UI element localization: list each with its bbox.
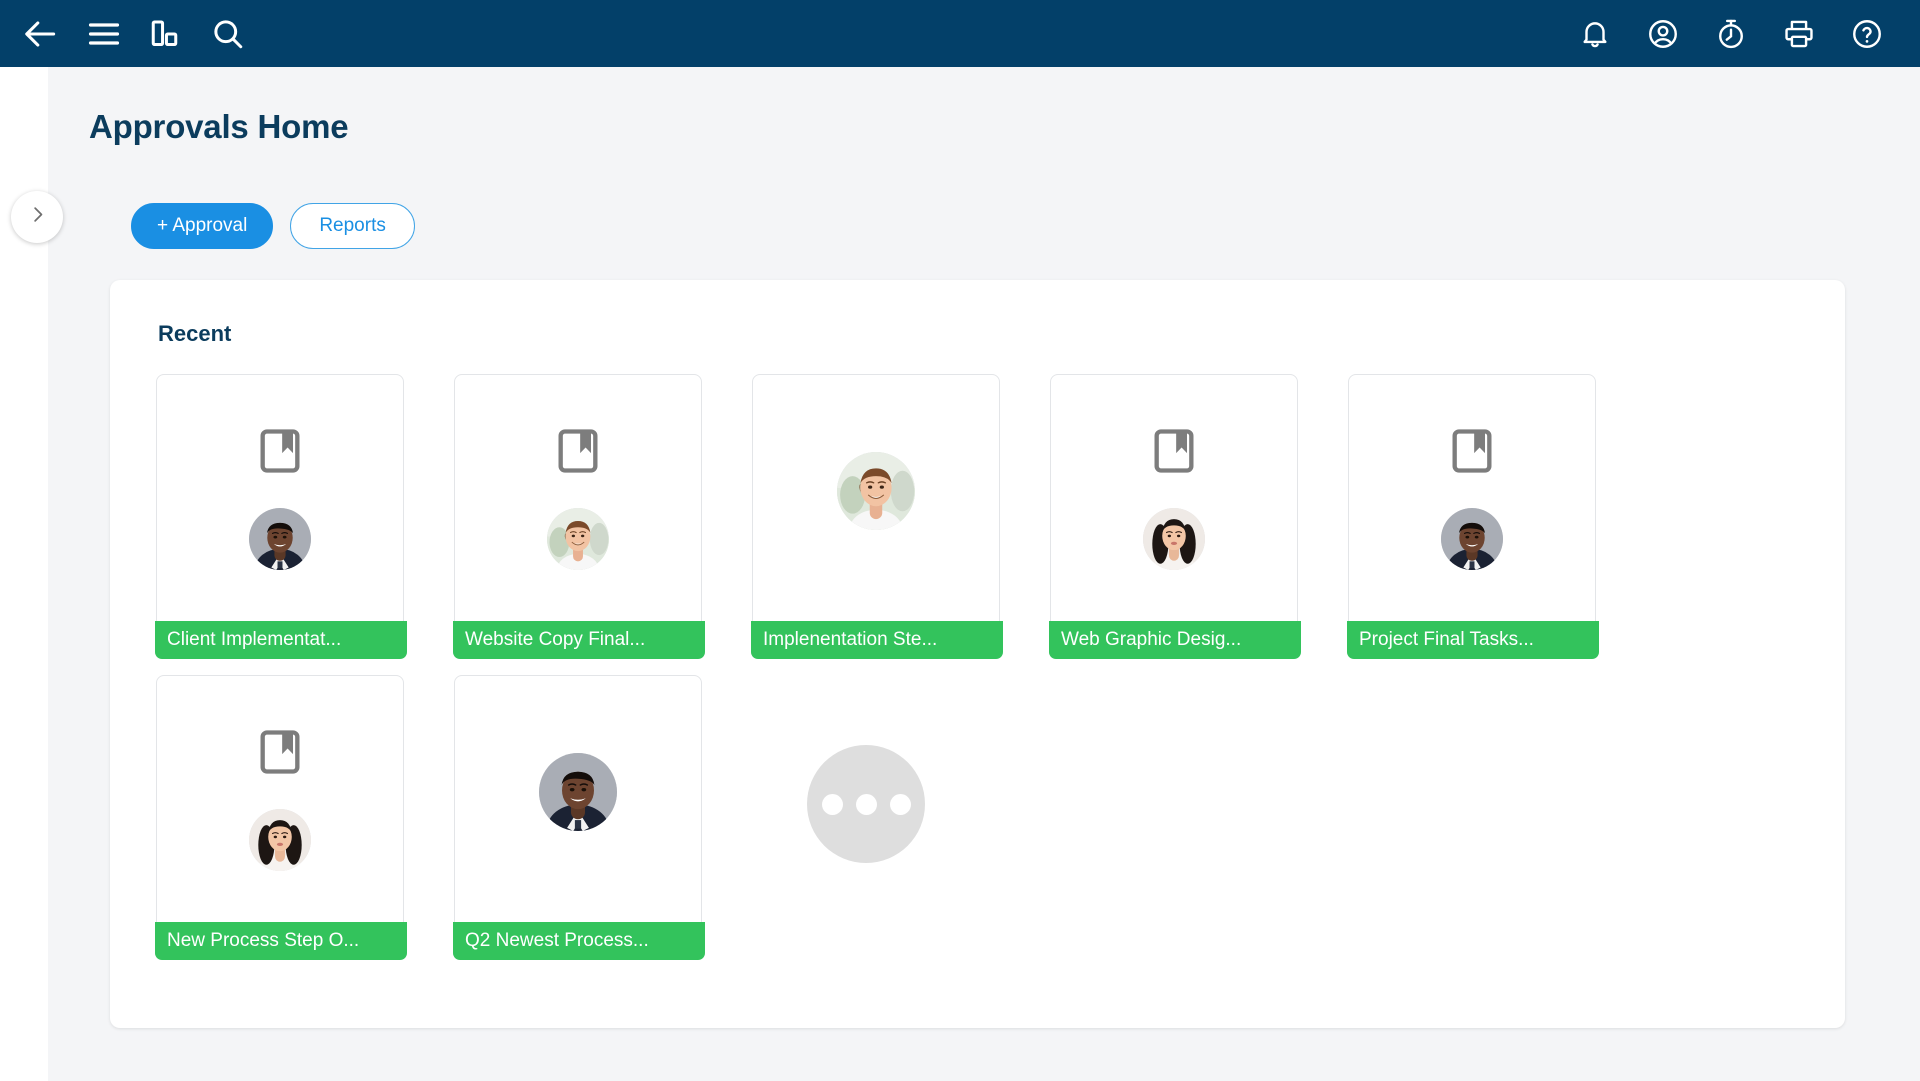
top-navigation-bar <box>0 0 1920 67</box>
card-status-label: Project Final Tasks... <box>1347 621 1599 659</box>
timer-icon[interactable] <box>1714 17 1748 51</box>
recent-card-slot: Implenentation Ste... <box>751 374 1050 659</box>
topbar-left-icons <box>22 15 246 53</box>
bookmark-icon <box>254 726 306 783</box>
reports-button[interactable]: Reports <box>290 203 415 249</box>
avatar <box>1441 508 1503 570</box>
card-status-label: Implenentation Ste... <box>751 621 1003 659</box>
card-status-label: Q2 Newest Process... <box>453 922 705 960</box>
sidebar-expand-toggle[interactable] <box>11 191 63 243</box>
bookmark-icon <box>552 425 604 482</box>
bookmark-icon <box>254 425 306 482</box>
recent-card[interactable]: Client Implementat... <box>155 374 407 659</box>
recent-card[interactable]: Website Copy Final... <box>453 374 705 659</box>
recent-card[interactable]: Q2 Newest Process... <box>453 675 705 960</box>
hamburger-menu-icon[interactable] <box>86 16 122 52</box>
recent-card[interactable]: Web Graphic Desig... <box>1049 374 1301 659</box>
card-status-label: Website Copy Final... <box>453 621 705 659</box>
bookmark-icon <box>1446 425 1498 482</box>
back-arrow-icon[interactable] <box>22 15 60 53</box>
recent-card-slot: Q2 Newest Process... <box>453 675 752 960</box>
more-options-button[interactable] <box>807 745 925 863</box>
more-dot <box>821 793 843 815</box>
bookmark-icon <box>1148 425 1200 482</box>
card-status-label: Client Implementat... <box>155 621 407 659</box>
chart-icon[interactable] <box>148 16 184 52</box>
recent-panel: Recent Client Implementat... Website Copy… <box>110 280 1845 1028</box>
avatar <box>249 809 311 871</box>
avatar <box>1143 508 1205 570</box>
recent-card-slot: Website Copy Final... <box>453 374 752 659</box>
printer-icon[interactable] <box>1782 17 1816 51</box>
avatar <box>837 452 915 530</box>
topbar-right-icons <box>1578 17 1898 51</box>
card-status-label: Web Graphic Desig... <box>1049 621 1301 659</box>
recent-card[interactable]: Project Final Tasks... <box>1347 374 1599 659</box>
recent-card[interactable]: New Process Step O... <box>155 675 407 960</box>
avatar <box>547 508 609 570</box>
notification-bell-icon[interactable] <box>1578 17 1612 51</box>
avatar <box>539 753 617 831</box>
recent-cards-grid: Client Implementat... Website Copy Final.… <box>155 374 1806 976</box>
recent-card[interactable]: Implenentation Ste... <box>751 374 1003 659</box>
avatar <box>249 508 311 570</box>
more-dot <box>855 793 877 815</box>
recent-card-slot: Client Implementat... <box>155 374 454 659</box>
more-dot <box>889 793 911 815</box>
page-title: Approvals Home <box>89 108 349 145</box>
user-account-icon[interactable] <box>1646 17 1680 51</box>
recent-card-slot: Web Graphic Desig... <box>1049 374 1348 659</box>
chevron-right-icon <box>28 205 47 229</box>
recent-card-slot: Project Final Tasks... <box>1347 374 1646 659</box>
search-icon[interactable] <box>210 16 246 52</box>
recent-section-title: Recent <box>158 321 232 346</box>
card-status-label: New Process Step O... <box>155 922 407 960</box>
add-approval-button[interactable]: + Approval <box>131 203 274 249</box>
recent-card-slot: New Process Step O... <box>155 675 454 960</box>
more-options-slot <box>752 675 1050 932</box>
approvals-home-page: Approvals Home + Approval Reports Recent… <box>0 0 1920 1081</box>
action-button-group: + Approval Reports <box>131 203 415 249</box>
help-icon[interactable] <box>1850 17 1884 51</box>
